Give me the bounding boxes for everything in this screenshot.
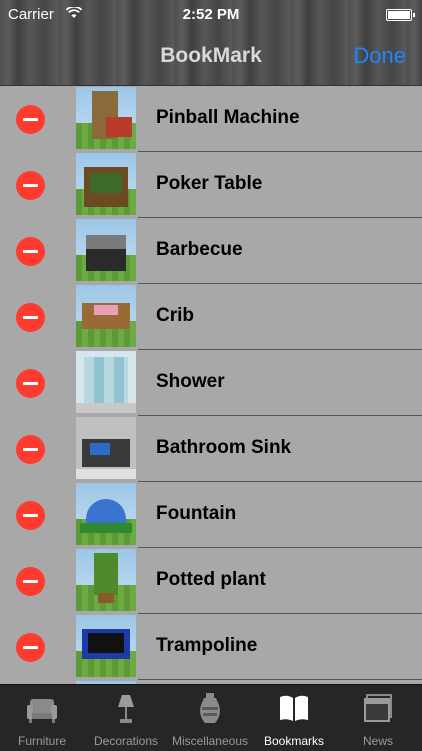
- delete-icon[interactable]: [16, 105, 45, 134]
- list-item[interactable]: Crib: [0, 284, 422, 350]
- tab-news[interactable]: News: [336, 685, 420, 751]
- status-bar: Carrier 2:52 PM: [0, 0, 422, 30]
- thumbnail-sink: [76, 417, 136, 479]
- tab-label: Furniture: [17, 734, 67, 748]
- tab-decorations[interactable]: Decorations: [84, 685, 168, 751]
- bookmark-list: Pinball Machine Poker Table Barbecue Cri…: [0, 86, 422, 684]
- thumbnail-poker: [76, 153, 136, 215]
- thumbnail-pinball: [76, 87, 136, 149]
- thumbnail-plant: [76, 549, 136, 611]
- delete-icon[interactable]: [16, 567, 45, 596]
- delete-icon[interactable]: [16, 633, 45, 662]
- tab-label: News: [362, 734, 393, 748]
- item-label: Bathroom Sink: [156, 437, 292, 458]
- tab-furniture[interactable]: Furniture: [0, 685, 84, 751]
- item-label: Barbecue: [156, 239, 243, 260]
- delete-icon[interactable]: [16, 171, 45, 200]
- battery-icon: [386, 9, 415, 21]
- status-time: 2:52 PM: [182, 6, 240, 23]
- tab-bar: Furniture Decorations Miscellaneous Book…: [0, 684, 422, 751]
- list-item[interactable]: Pinball Machine: [0, 86, 422, 152]
- item-label: Crib: [156, 305, 194, 326]
- thumbnail-shower: [76, 351, 136, 413]
- item-label: Trampoline: [156, 635, 258, 656]
- list-item[interactable]: Poker Table: [0, 152, 422, 218]
- news-icon: [363, 693, 393, 725]
- delete-icon[interactable]: [16, 303, 45, 332]
- item-label: Potted plant: [156, 569, 266, 590]
- tab-label: Miscellaneous: [171, 734, 249, 748]
- thumbnail-fountain: [76, 483, 136, 545]
- delete-icon[interactable]: [16, 369, 45, 398]
- list-item[interactable]: Potted plant: [0, 548, 422, 614]
- list-item[interactable]: Bathroom Sink: [0, 416, 422, 482]
- vase-icon: [195, 693, 225, 725]
- done-button[interactable]: Done: [353, 43, 406, 69]
- item-label: Fountain: [156, 503, 237, 524]
- list-item[interactable]: Shower: [0, 350, 422, 416]
- tab-label: Bookmarks: [263, 734, 325, 748]
- book-icon: [279, 693, 309, 725]
- delete-icon[interactable]: [16, 237, 45, 266]
- item-label: Poker Table: [156, 173, 263, 194]
- armchair-icon: [27, 693, 57, 725]
- list-item[interactable]: Barbecue: [0, 218, 422, 284]
- tab-miscellaneous[interactable]: Miscellaneous: [168, 685, 252, 751]
- delete-icon[interactable]: [16, 435, 45, 464]
- list-item[interactable]: Trampoline: [0, 614, 422, 680]
- item-label: Pinball Machine: [156, 107, 300, 128]
- tab-bookmarks[interactable]: Bookmarks: [252, 685, 336, 751]
- thumbnail-trampoline: [76, 615, 136, 677]
- item-label: Shower: [156, 371, 225, 392]
- lamp-icon: [111, 693, 141, 725]
- delete-icon[interactable]: [16, 501, 45, 530]
- tab-label: Decorations: [93, 734, 159, 748]
- thumbnail-crib: [76, 285, 136, 347]
- list-item[interactable]: Fountain: [0, 482, 422, 548]
- thumbnail-barbecue: [76, 219, 136, 281]
